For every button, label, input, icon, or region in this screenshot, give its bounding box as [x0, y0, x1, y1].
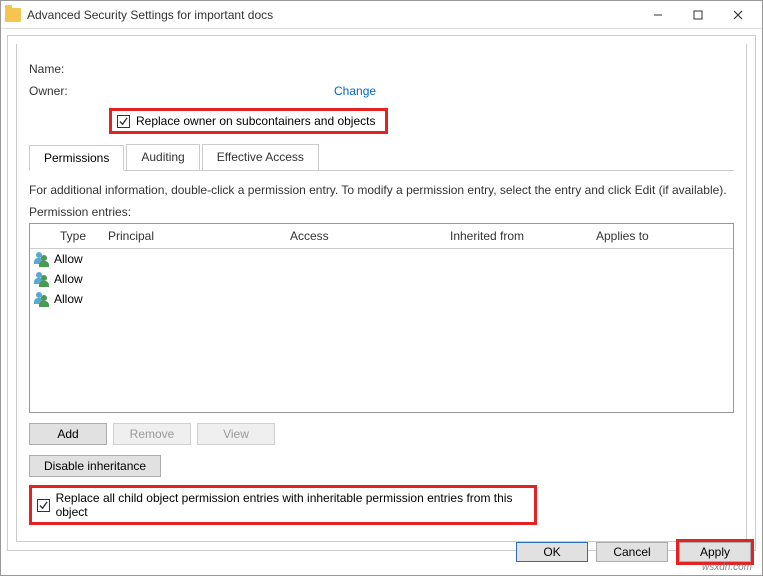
tab-effective-access[interactable]: Effective Access: [202, 144, 319, 170]
grid-header-inherited[interactable]: Inherited from: [444, 224, 590, 248]
owner-label: Owner:: [29, 84, 109, 98]
grid-header-icon: [30, 224, 54, 248]
entry-buttons: Add Remove View: [29, 423, 734, 445]
disable-inheritance-button[interactable]: Disable inheritance: [29, 455, 161, 477]
row-type: Allow: [52, 252, 100, 266]
entries-label: Permission entries:: [29, 205, 734, 219]
close-button[interactable]: [718, 1, 758, 28]
maximize-button[interactable]: [678, 1, 718, 28]
tab-auditing[interactable]: Auditing: [126, 144, 199, 170]
window-title: Advanced Security Settings for important…: [27, 8, 638, 22]
apply-button[interactable]: Apply: [679, 542, 751, 562]
table-row[interactable]: Allow: [30, 269, 733, 289]
check-icon: [119, 117, 128, 126]
replace-child-checkbox[interactable]: [37, 499, 50, 512]
change-owner-link[interactable]: Change: [334, 84, 376, 98]
row-type: Allow: [52, 292, 100, 306]
replace-owner-label: Replace owner on subcontainers and objec…: [136, 114, 375, 128]
watermark: wsxdn.com: [702, 562, 752, 573]
ok-button[interactable]: OK: [516, 542, 588, 562]
folder-icon: [5, 8, 21, 22]
grid-header-type[interactable]: Type: [54, 224, 102, 248]
tab-permissions[interactable]: Permissions: [29, 145, 124, 171]
dialog-body: Name: Owner: Change Replace owner on sub…: [7, 35, 756, 551]
row-type: Allow: [52, 272, 100, 286]
name-row: Name:: [29, 62, 734, 76]
name-label: Name:: [29, 62, 109, 76]
users-icon: [32, 292, 52, 306]
grid-header-access[interactable]: Access: [284, 224, 444, 248]
replace-owner-highlight: Replace owner on subcontainers and objec…: [109, 108, 388, 134]
window-controls: [638, 1, 758, 28]
view-button[interactable]: View: [197, 423, 275, 445]
grid-header: Type Principal Access Inherited from App…: [30, 224, 733, 249]
check-icon: [39, 501, 48, 510]
info-text: For additional information, double-click…: [29, 183, 734, 197]
owner-row: Owner: Change: [29, 84, 734, 98]
minimize-button[interactable]: [638, 1, 678, 28]
replace-child-highlight: Replace all child object permission entr…: [29, 485, 537, 525]
cancel-button[interactable]: Cancel: [596, 542, 668, 562]
replace-owner-checkbox[interactable]: [117, 115, 130, 128]
titlebar: Advanced Security Settings for important…: [1, 1, 762, 29]
permission-grid[interactable]: Type Principal Access Inherited from App…: [29, 223, 734, 413]
grid-header-applies[interactable]: Applies to: [590, 224, 733, 248]
table-row[interactable]: Allow: [30, 249, 733, 269]
tab-strip: Permissions Auditing Effective Access: [29, 144, 734, 171]
add-button[interactable]: Add: [29, 423, 107, 445]
replace-child-label: Replace all child object permission entr…: [56, 491, 529, 519]
content-area: Name: Owner: Change Replace owner on sub…: [16, 44, 747, 542]
users-icon: [32, 272, 52, 286]
table-row[interactable]: Allow: [30, 289, 733, 309]
remove-button[interactable]: Remove: [113, 423, 191, 445]
grid-header-principal[interactable]: Principal: [102, 224, 284, 248]
users-icon: [32, 252, 52, 266]
